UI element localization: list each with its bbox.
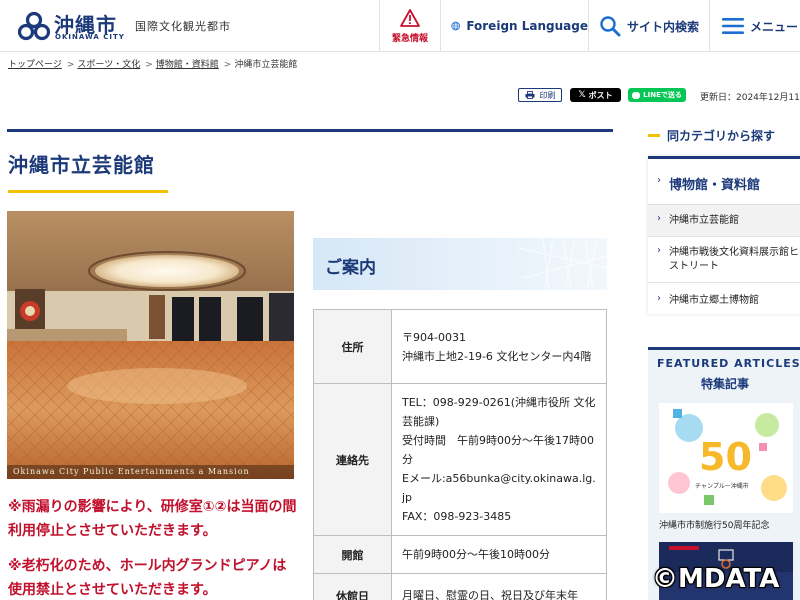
- row-value-address: 〒904-0031 沖縄市上地2-19-6 文化センター内4階: [391, 309, 607, 384]
- search-label: サイト内検索: [627, 19, 700, 34]
- row-value-contact: TEL：098-929-0261(沖縄市役所 文化芸能課) 受付時間 午前9時0…: [391, 383, 607, 536]
- chevron-right-icon: ›: [657, 175, 661, 186]
- breadcrumb-link-museums[interactable]: 博物館・資料館: [156, 60, 219, 70]
- language-label: Foreign Language: [466, 19, 588, 33]
- featured-articles: FEATURED ARTICLES 特集記事 50 チャンプルー沖縄市 沖縄市市…: [648, 347, 800, 600]
- hamburger-menu-icon: [722, 18, 744, 34]
- contact-fax: FAX：098-923-3485: [402, 510, 512, 523]
- featured-heading-ja: 特集記事: [701, 377, 750, 391]
- breadcrumb-separator: >: [223, 60, 232, 70]
- site-tagline: 国際文化観光都市: [135, 20, 231, 33]
- chevron-right-icon: ›: [657, 245, 661, 256]
- side-item-label: 沖縄市立郷土博物館: [669, 295, 759, 306]
- emergency-info-button[interactable]: 緊急情報: [379, 0, 440, 52]
- featured-50-subtitle: チャンプルー沖縄市: [695, 483, 749, 490]
- side-item-local-museum[interactable]: › 沖縄市立郷土博物館: [648, 283, 800, 315]
- street-address: 沖縄市上地2-19-6 文化センター内4階: [402, 349, 592, 363]
- main-top-rule: [7, 129, 613, 132]
- line-share-button[interactable]: LINEで送る: [628, 88, 686, 102]
- watermark: ©MDATA: [652, 564, 780, 594]
- notice-piano: ※老朽化のため、ホール内グランドピアノは使用禁止とさせていただきます。: [8, 558, 287, 598]
- row-label-closed: 休館日: [313, 573, 392, 600]
- same-category-panel: › 博物館・資料館 › 沖縄市立芸能館 › 沖縄市戦後文化資料展示館ヒストリート…: [648, 156, 800, 314]
- warning-icon: [400, 8, 420, 27]
- heading-accent-bar: [648, 134, 660, 137]
- row-label-address: 住所: [313, 309, 392, 384]
- side-category-museums[interactable]: › 博物館・資料館: [648, 159, 800, 205]
- photo-caption: Okinawa City Public Entertainments a Man…: [7, 465, 294, 479]
- breadcrumb-separator: >: [66, 60, 75, 70]
- chevron-right-icon: ›: [657, 293, 661, 304]
- guide-heading-box: ご案内: [313, 238, 607, 290]
- updated-date: 更新日：2024年12月11日: [700, 93, 800, 103]
- postal-code: 〒904-0031: [402, 330, 466, 344]
- side-item-entertainment-hall[interactable]: › 沖縄市立芸能館: [648, 205, 800, 237]
- breadcrumb-link-sports-culture[interactable]: スポーツ・文化: [77, 60, 140, 70]
- table-row: 住所 〒904-0031 沖縄市上地2-19-6 文化センター内4階: [313, 309, 607, 384]
- x-post-label: ポスト: [588, 90, 613, 100]
- site-logo[interactable]: 沖縄市 OKINAWA CITY: [18, 9, 128, 43]
- featured-article-50th-image[interactable]: 50 チャンプルー沖縄市: [659, 403, 793, 513]
- site-header: 沖縄市 OKINAWA CITY 国際文化観光都市 緊急情報 Foreign L…: [0, 0, 800, 52]
- facility-info-table: 住所 〒904-0031 沖縄市上地2-19-6 文化センター内4階 連絡先 T…: [313, 309, 607, 600]
- menu-button[interactable]: メニュー: [709, 0, 800, 52]
- search-icon: [600, 16, 621, 37]
- side-category-label: 博物館・資料館: [669, 178, 761, 193]
- row-value-open: 午前9時00分～午後10時00分: [391, 535, 607, 574]
- x-post-button[interactable]: 𝕏 ポスト: [570, 88, 621, 102]
- x-logo-icon: 𝕏: [578, 90, 586, 100]
- notice-leak: ※雨漏りの影響により、研修室①②は当面の間利用停止とさせていただきます。: [8, 499, 297, 539]
- title-underline: [8, 190, 168, 193]
- side-item-label: 沖縄市戦後文化資料展示館ヒストリート: [669, 247, 799, 272]
- table-row: 休館日 月曜日、慰霊の日、祝日及び年末年: [313, 573, 607, 600]
- guide-heading: ご案内: [325, 258, 376, 278]
- breadcrumb-current: 沖縄市立芸能館: [234, 60, 298, 70]
- emergency-label: 緊急情報: [391, 33, 428, 44]
- line-share-label: LINEで送る: [643, 91, 682, 99]
- logo-subtitle: OKINAWA CITY: [55, 33, 125, 41]
- breadcrumb-separator: >: [145, 60, 153, 70]
- breadcrumb-link-top[interactable]: トップページ: [8, 60, 62, 70]
- printer-icon: [525, 91, 534, 99]
- row-label-contact: 連絡先: [313, 383, 392, 536]
- side-item-label: 沖縄市立芸能館: [669, 215, 739, 226]
- row-label-open: 開館: [313, 535, 392, 574]
- print-label: 印刷: [539, 90, 556, 100]
- breadcrumb: トップページ > スポーツ・文化 > 博物館・資料館 > 沖縄市立芸能館: [8, 57, 297, 70]
- foreign-language-button[interactable]: Foreign Language: [440, 0, 588, 52]
- page-title: 沖縄市立芸能館: [8, 153, 155, 177]
- row-value-closed: 月曜日、慰霊の日、祝日及び年末年: [391, 573, 607, 600]
- site-search-button[interactable]: サイト内検索: [588, 0, 709, 52]
- contact-hours: 受付時間 午前9時00分～午後17時00分: [402, 434, 594, 466]
- contact-email[interactable]: Eメール:a56bunka@city.okinawa.lg.jp: [402, 469, 596, 507]
- hall-photo: [7, 211, 294, 479]
- line-logo-icon: [632, 91, 641, 99]
- city-emblem-icon: [18, 11, 50, 41]
- table-row: 連絡先 TEL：098-929-0261(沖縄市役所 文化芸能課) 受付時間 午…: [313, 383, 607, 536]
- chevron-right-icon: ›: [657, 213, 661, 224]
- same-category-title: 同カテゴリから探す: [667, 129, 776, 143]
- contact-tel: TEL：098-929-0261(沖縄市役所 文化芸能課): [402, 396, 596, 428]
- table-row: 開館 午前9時00分～午後10時00分: [313, 535, 607, 574]
- featured-article-50th-caption[interactable]: 沖縄市市制施行50周年記念: [659, 518, 769, 531]
- side-item-history-street[interactable]: › 沖縄市戦後文化資料展示館ヒストリート: [648, 237, 800, 283]
- featured-heading-en: FEATURED ARTICLES: [657, 357, 800, 370]
- globe-icon: [451, 21, 460, 31]
- menu-label: メニュー: [750, 19, 799, 34]
- featured-50-text: 50: [699, 435, 752, 479]
- same-category-heading: 同カテゴリから探す: [648, 126, 800, 146]
- print-button[interactable]: 印刷: [518, 88, 562, 102]
